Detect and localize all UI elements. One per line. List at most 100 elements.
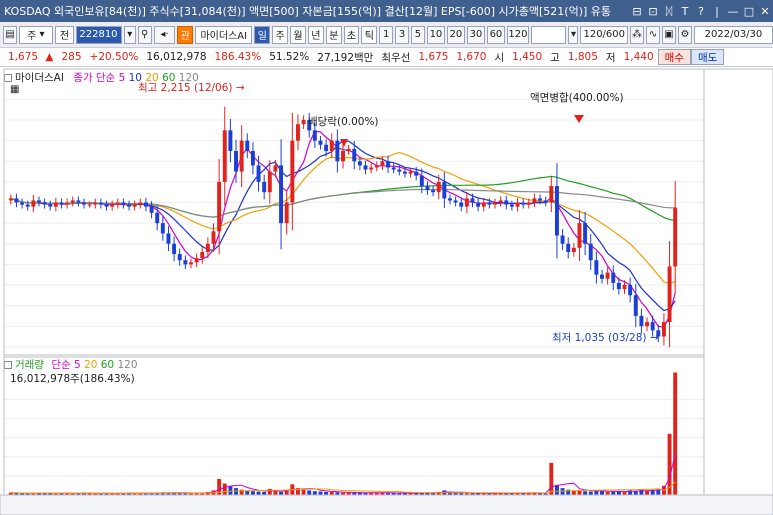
best-ask: 1,675 [418,51,449,63]
window-icon[interactable]: ⊡ [645,5,661,18]
interval-10[interactable]: 10 [426,25,445,44]
custom-interval-input[interactable] [530,25,567,44]
candle-body [380,161,385,166]
candle-body [448,198,452,201]
type-select[interactable]: 주 ▾ [19,25,53,44]
candle-body [594,260,599,275]
maximize-icon[interactable]: □ [741,5,757,18]
help-icon[interactable]: ? [693,5,709,18]
axis-panel-frame [703,68,773,515]
candle-body [59,202,64,205]
volume-bar [318,491,323,495]
stock-code-input[interactable]: 222810 [76,25,122,44]
low-label: 저 [605,51,616,64]
tab-minute[interactable]: 분 [325,25,342,44]
scope-select[interactable]: 전 [54,25,75,44]
candle-body [250,150,255,166]
candle-body [205,243,210,252]
code-dropdown-icon[interactable]: ▾ [123,25,136,44]
minimize-icon[interactable]: — [725,5,741,18]
candle-body [245,140,250,151]
font-icon[interactable]: T [677,5,693,18]
high-annotation: 최고 2,215 (12/06) → [138,82,245,94]
tab-second[interactable]: 초 [343,25,360,44]
interval-60[interactable]: 60 [486,25,505,44]
tab-year[interactable]: 년 [307,25,324,44]
stock-chart[interactable]: 2,2002,1002,0001,9001,8001,7001,6001,500… [0,67,773,515]
candle-body [262,181,267,193]
interval-3[interactable]: 3 [395,25,410,44]
menu-icon[interactable]: ▤ [3,25,17,44]
volume-bar [549,462,554,495]
candle-body [273,165,278,172]
volume-bar [560,488,565,495]
candle-body [571,247,576,252]
sell-button[interactable]: 매도 [690,49,725,65]
turnover: 51.52% [269,51,310,63]
candle-body [538,198,543,201]
split-marker-icon [574,115,584,123]
indicator-icon[interactable]: ∿ [646,25,661,44]
candle-body [419,175,424,187]
tab-day[interactable]: 일 [254,25,271,44]
candle-body [222,130,227,182]
candle-body [65,202,70,205]
candle-body [290,140,295,203]
tab-tick[interactable]: 틱 [361,25,378,44]
pin-icon[interactable]: ᛞ [661,5,677,18]
stock-badge-icon[interactable]: 관 [177,25,194,44]
speaker-icon[interactable]: ◂· [153,25,176,44]
low-annotation: 최저 1,035 (03/28) → [552,332,659,344]
separator: | [715,4,719,18]
tab-month[interactable]: 월 [290,25,306,44]
split-annotation: 액면병합(400.00%) [530,92,624,104]
buy-button[interactable]: 매수 [657,49,691,65]
high-label: 고 [550,51,560,64]
candle-body [256,165,261,182]
candle-body [509,204,514,207]
candle-body [234,150,238,172]
candle-body [14,198,19,203]
volume-panel-frame [3,356,705,496]
candle-body [628,284,633,296]
interval-120[interactable]: 120 [506,25,529,44]
candle-body [228,130,233,151]
chart-settings-icon[interactable]: ⁂ [630,25,645,44]
volume-bar [228,485,233,495]
candle-body [341,150,345,162]
interval-5[interactable]: 5 [411,25,425,44]
tab-week[interactable]: 주 [272,25,289,44]
candle-body [160,223,165,234]
volume-bar [312,491,317,495]
layout-icon[interactable]: ⊟ [629,5,645,18]
candle-body [279,165,284,224]
save-icon[interactable]: ▣ [662,25,677,44]
candle-body [498,200,503,203]
candle-body [583,223,588,244]
candle-body [605,272,610,279]
candle-body [549,186,554,203]
gear-icon[interactable]: ⚙ [678,25,693,44]
close-icon[interactable]: ✕ [757,5,773,18]
candle-body [554,186,559,236]
interval-30[interactable]: 30 [466,25,485,44]
candle-body [560,235,565,244]
candle-body [194,258,199,263]
candle-body [31,200,36,207]
interval-dropdown-icon[interactable]: ▾ [568,25,579,44]
candle-body [397,169,402,172]
interval-1[interactable]: 1 [379,25,394,44]
candle-body [155,212,160,224]
search-icon[interactable]: ⚲ [137,25,152,44]
candle-body [369,167,374,170]
interval-20[interactable]: 20 [446,25,465,44]
title-bar: KOSDAQ 외국인보유[84(천)] 주식수[31,084(천)] 액면[50… [0,0,773,22]
candle-body [532,198,537,203]
candle-body [633,295,638,316]
candle-body [335,140,340,162]
count-field[interactable]: 120/600 [580,25,629,44]
candle-body [357,161,362,166]
candle-body [667,266,672,323]
date-field[interactable]: 2022/03/30 [694,25,773,44]
ma-line-60 [10,175,676,221]
